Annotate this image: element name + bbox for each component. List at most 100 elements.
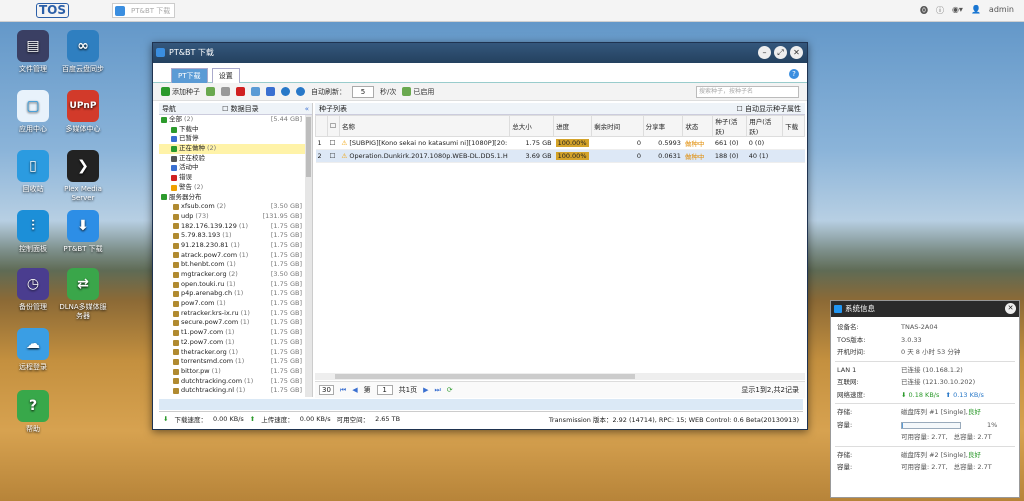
play-all-button[interactable]: [281, 87, 290, 96]
nav-item[interactable]: 5.79.83.193 (1) [1.75 GB]: [159, 231, 312, 241]
desktop-icon[interactable]: ? 帮助: [8, 390, 58, 434]
row-checkbox[interactable]: ☐: [327, 149, 340, 163]
nav-item[interactable]: bt.henbt.com (1) [1.75 GB]: [159, 260, 312, 270]
info-icon[interactable]: ⓘ: [936, 5, 944, 16]
nav-item-count: (1): [226, 279, 236, 288]
column-header[interactable]: 总大小: [509, 115, 555, 137]
start-button[interactable]: [206, 87, 215, 96]
nav-item[interactable]: 正在校验: [159, 154, 312, 164]
table-row[interactable]: 1 ☐ ⚠ [SUBPIG][Kono sekai no katasumi ni][…: [315, 136, 805, 150]
tos-logo[interactable]: TOS: [36, 3, 70, 18]
nav-item[interactable]: dutchtracking.nl (1) [1.75 GB]: [159, 386, 312, 396]
nav-item[interactable]: 已暂停: [159, 134, 312, 144]
pause-button[interactable]: [221, 87, 230, 96]
maximize-button[interactable]: ⤢: [774, 46, 787, 59]
column-header[interactable]: [315, 115, 328, 137]
nav-item[interactable]: secure.pow7.com (1) [1.75 GB]: [159, 318, 312, 328]
nav-item[interactable]: 91.218.230.81 (1) [1.75 GB]: [159, 241, 312, 251]
enabled-toggle[interactable]: 已启用: [402, 87, 434, 97]
column-header[interactable]: 用户(活跃): [746, 115, 784, 137]
nav-item[interactable]: 活动中: [159, 163, 312, 173]
list-hscrollbar[interactable]: [315, 373, 805, 380]
system-info-header[interactable]: 系统信息 ✕: [831, 301, 1019, 317]
desktop-icon[interactable]: ▤ 文件管理: [8, 30, 58, 74]
nav-scrollbar[interactable]: [305, 115, 312, 397]
last-page-button[interactable]: ⏭: [434, 386, 440, 395]
nav-item[interactable]: torrentsmd.com (1) [1.75 GB]: [159, 357, 312, 367]
column-header[interactable]: 进度: [553, 115, 593, 137]
user-name[interactable]: admin: [989, 5, 1014, 16]
collapse-icon[interactable]: «: [305, 105, 309, 113]
data-dir-toggle[interactable]: ☐ 数据目录: [222, 104, 259, 114]
desktop-icon[interactable]: ⇄ DLNA多媒体服务器: [58, 268, 108, 321]
nav-item[interactable]: p4p.arenabg.ch (1) [1.75 GB]: [159, 289, 312, 299]
desktop-icon[interactable]: ❯ Plex Media Server: [58, 150, 108, 203]
desktop-icon[interactable]: UPnP 多媒体中心: [58, 90, 108, 134]
refresh-icon[interactable]: ⟳: [447, 386, 453, 394]
column-header[interactable]: 分享率: [642, 115, 684, 137]
desktop-icon[interactable]: ∞ 百度云盘同步: [58, 30, 108, 74]
search-input[interactable]: 搜索种子，按种子名: [696, 86, 799, 98]
table-row[interactable]: 2 ☐ ⚠ Operation.Dunkirk.2017.1080p.WEB-DL.…: [315, 149, 805, 163]
prev-page-button[interactable]: ◀: [352, 386, 357, 394]
data-dir-label: 数据目录: [230, 104, 259, 113]
nav-item[interactable]: t1.pow7.com (1) [1.75 GB]: [159, 328, 312, 338]
user-icon[interactable]: 👤: [971, 5, 981, 16]
desktop-icon[interactable]: ⬇ PT&BT 下载: [58, 210, 108, 254]
nav-item[interactable]: thetracker.org (1) [1.75 GB]: [159, 348, 312, 358]
alert-icon[interactable]: ⓿: [920, 5, 928, 16]
tab-pt-download[interactable]: PT下载: [171, 68, 208, 83]
column-header[interactable]: 名称: [338, 115, 511, 137]
nav-item[interactable]: dutchtracking.com (1) [1.75 GB]: [159, 377, 312, 387]
desktop-icon[interactable]: ☁ 远程登录: [8, 328, 58, 372]
nav-item[interactable]: 下载中: [159, 125, 312, 135]
desktop-icon[interactable]: ▯ 回收站: [8, 150, 58, 194]
check-button[interactable]: [251, 87, 260, 96]
window-titlebar[interactable]: PT&BT 下载 – ⤢ ✕: [153, 43, 807, 63]
column-header[interactable]: 状态: [682, 115, 714, 137]
nav-item[interactable]: retracker.krs-ix.ru (1) [1.75 GB]: [159, 309, 312, 319]
auto-show-toggle[interactable]: ☐ 自动显示种子属性: [736, 104, 801, 114]
first-page-button[interactable]: ⏮: [340, 386, 346, 395]
nav-item[interactable]: 服务器分布: [159, 193, 312, 203]
nav-item[interactable]: pow7.com (1) [1.75 GB]: [159, 299, 312, 309]
page-size-select[interactable]: 30: [319, 385, 334, 395]
cell-peers: 40 (1): [746, 149, 783, 163]
row-checkbox[interactable]: ☐: [327, 136, 340, 150]
move-button[interactable]: [266, 87, 275, 96]
column-header[interactable]: 下载: [782, 115, 805, 137]
next-page-button[interactable]: ▶: [423, 386, 428, 394]
minimize-button[interactable]: –: [758, 46, 771, 59]
nav-item[interactable]: t2.pow7.com (1) [1.75 GB]: [159, 338, 312, 348]
page-input[interactable]: 1: [376, 385, 393, 395]
desktop-icon[interactable]: ▢ 应用中心: [8, 90, 58, 134]
nav-item[interactable]: 182.176.139.129 (1) [1.75 GB]: [159, 222, 312, 232]
column-header[interactable]: 种子(活跃): [712, 115, 748, 137]
refresh-interval-input[interactable]: 5: [352, 85, 374, 98]
taskbar-app-ptbt[interactable]: PT&BT 下载: [112, 3, 176, 18]
column-header[interactable]: ☐: [326, 115, 340, 137]
tab-settings[interactable]: 设置: [211, 68, 240, 83]
nav-item-size: [1.75 GB]: [270, 376, 302, 385]
nav-item[interactable]: 正在做种 (2): [159, 144, 312, 154]
nav-item[interactable]: open.touki.ru (1) [1.75 GB]: [159, 280, 312, 290]
add-torrent-button[interactable]: 添加种子: [161, 87, 200, 97]
help-icon[interactable]: ?: [789, 69, 799, 79]
desktop-icon[interactable]: ◷ 备份管理: [8, 268, 58, 312]
nav-item[interactable]: udp (73) [131.95 GB]: [159, 212, 312, 222]
nav-item[interactable]: bittor.pw (1) [1.75 GB]: [159, 367, 312, 377]
close-button[interactable]: ✕: [790, 46, 803, 59]
globe-icon[interactable]: ◉▾: [952, 5, 963, 16]
nav-item[interactable]: xfsub.com (2) [3.50 GB]: [159, 202, 312, 212]
cell-seeds: 661 (0): [712, 136, 747, 150]
nav-item[interactable]: atrack.pow7.com (1) [1.75 GB]: [159, 251, 312, 261]
nav-item[interactable]: 全部 (2) [5.44 GB]: [159, 115, 312, 125]
nav-item[interactable]: 错误: [159, 173, 312, 183]
nav-item[interactable]: mgtracker.org (2) [3.50 GB]: [159, 270, 312, 280]
column-header[interactable]: 剩余时间: [591, 115, 644, 137]
remove-button[interactable]: [236, 87, 245, 96]
nav-item[interactable]: 警告 (2): [159, 183, 312, 193]
pause-all-button[interactable]: [296, 87, 305, 96]
desktop-icon[interactable]: ⫶ 控制面板: [8, 210, 58, 254]
close-widget-button[interactable]: ✕: [1005, 303, 1016, 314]
